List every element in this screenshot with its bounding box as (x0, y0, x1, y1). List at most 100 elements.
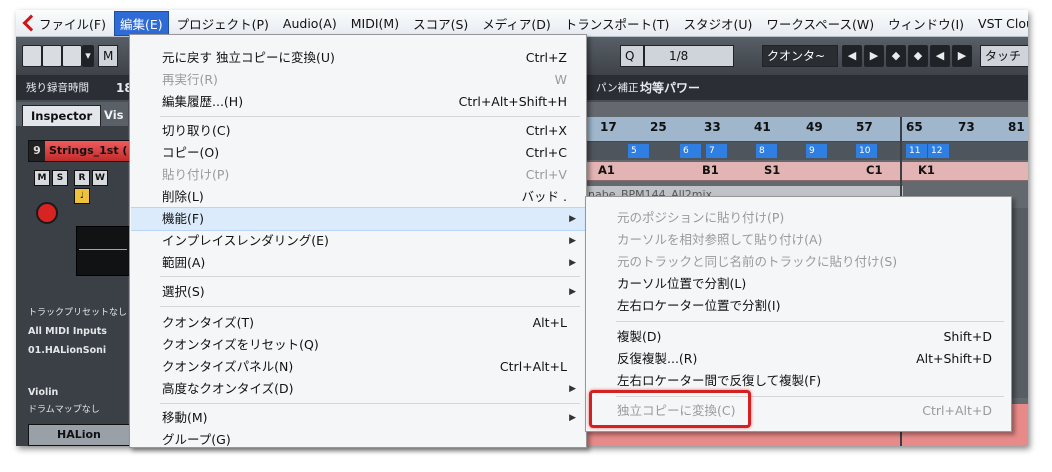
menu-item-move[interactable]: 移動(M) ▶ (131, 407, 585, 429)
chord-label[interactable]: A1 (598, 163, 615, 177)
menu-item-label: インプレイスレンダリング(E) (162, 233, 329, 248)
pan-law-value[interactable]: 均等パワー (640, 76, 700, 100)
track-header[interactable]: 9 Strings_1st ( (28, 140, 130, 162)
layout-right-icon[interactable] (62, 45, 82, 67)
layout-bottom-icon[interactable] (42, 45, 62, 67)
quantize-mode-select[interactable]: クオンタ~ (762, 45, 838, 67)
record-enable-button[interactable] (36, 202, 58, 224)
submenu-item-paste-same-track[interactable]: 元のトラックと同じ名前のトラックに貼り付け(S) (587, 251, 1010, 273)
submenu-item-paste-relative[interactable]: カーソルを相対参照して貼り付け(A) (587, 229, 1010, 251)
menu-item-cut[interactable]: 切り取り(C) Ctrl+X (131, 120, 585, 142)
menu-transport[interactable]: トランスポート(T) (559, 11, 676, 36)
menu-workspace[interactable]: ワークスペース(W) (760, 11, 880, 36)
submenu-item-duplicate[interactable]: 複製(D) Shift+D (587, 326, 1010, 348)
menu-item-copy[interactable]: コピー(O) Ctrl+C (131, 142, 585, 164)
menu-window[interactable]: ウィンドウ(I) (882, 11, 970, 36)
menu-media[interactable]: メディア(D) (476, 11, 557, 36)
menu-item-label: 再実行(R) (162, 72, 218, 87)
submenu-item-repeat[interactable]: 反復複製...(R) Alt+Shift+D (587, 348, 1010, 370)
inspector-panel: Inspector Vis 9 Strings_1st ( M S R W ♩ ト… (16, 102, 130, 446)
menu-item-delete[interactable]: 削除(L) バッド . (131, 186, 585, 208)
transport-stop-icon[interactable]: ▶ (952, 45, 972, 67)
marker-flag[interactable]: 11 (906, 144, 927, 158)
transport-next-icon[interactable]: ◆ (908, 45, 928, 67)
toolbar-m-button[interactable]: M (98, 45, 118, 67)
chord-label[interactable]: C1 (866, 163, 882, 177)
menu-item-paste[interactable]: 貼り付け(P) Ctrl+V (131, 164, 585, 186)
layout-left-icon[interactable] (22, 45, 42, 67)
level-meter (76, 226, 130, 276)
menu-item-shortcut: Ctrl+Alt+L (499, 359, 567, 374)
menu-item-render-in-place[interactable]: インプレイスレンダリング(E) ▶ (131, 230, 585, 252)
menu-audio[interactable]: Audio(A) (277, 13, 343, 34)
quantize-q-icon[interactable]: Q (620, 45, 644, 67)
marker-flag[interactable]: 12 (928, 144, 949, 158)
instrument-name[interactable]: Violin (28, 385, 128, 401)
menu-item-label: コピー(O) (162, 145, 220, 160)
write-button[interactable]: W (92, 170, 108, 186)
chord-label[interactable]: K1 (918, 163, 935, 177)
menu-item-shortcut: Ctrl+Z (525, 50, 567, 65)
drum-map[interactable]: ドラムマップなし (28, 402, 128, 418)
menu-item-undo[interactable]: 元に戻す 独立コピーに変換(U) Ctrl+Z (131, 47, 585, 69)
menu-item-quantize-panel[interactable]: クオンタイズパネル(N) Ctrl+Alt+L (131, 356, 585, 378)
touch-mode-select[interactable]: タッチ (980, 45, 1028, 67)
halion-instrument-button[interactable]: HALion ...SE (28, 424, 130, 446)
transport-forward-icon[interactable]: ▶ (864, 45, 884, 67)
menu-item-select[interactable]: 選択(S) ▶ (131, 281, 585, 303)
menu-edit[interactable]: 編集(E) (113, 10, 169, 36)
menu-vst-cloud[interactable]: VST Clou (972, 13, 1028, 34)
menu-item-shortcut: Shift+D (943, 329, 992, 344)
chord-label[interactable]: S1 (764, 163, 780, 177)
menu-item-group[interactable]: グループ(G) (131, 429, 585, 447)
menu-midi[interactable]: MIDI(M) (345, 13, 405, 34)
quantize-value-select[interactable]: 1/8 (644, 45, 734, 67)
mute-button[interactable]: M (34, 170, 50, 186)
menu-separator (160, 306, 580, 307)
submenu-item-fill-loop[interactable]: 左右ロケーター間で反復して複製(F) (587, 370, 1010, 392)
tab-visibility[interactable]: Vis (96, 105, 132, 125)
menu-item-redo[interactable]: 再実行(R) W (131, 69, 585, 91)
menu-item-reset-quantize[interactable]: クオンタイズをリセット(Q) (131, 334, 585, 356)
menu-item-history[interactable]: 編集履歴...(H) Ctrl+Alt+Shift+H (131, 91, 585, 113)
menu-item-label: グループ(G) (162, 432, 231, 447)
menu-item-label: 切り取り(C) (162, 123, 231, 138)
marker-flag[interactable]: 8 (756, 144, 777, 158)
menubar: ファイル(F) 編集(E) プロジェクト(P) Audio(A) MIDI(M)… (16, 10, 1028, 37)
submenu-item-split-cursor[interactable]: カーソル位置で分割(L) (587, 273, 1010, 295)
bar-number: 25 (650, 120, 667, 134)
menu-item-functions[interactable]: 機能(F) ▶ (131, 207, 585, 231)
read-button[interactable]: R (74, 170, 90, 186)
menu-item-advanced-quantize[interactable]: 高度なクオンタイズ(D) ▶ (131, 378, 585, 400)
menu-item-label: 左右ロケーター間で反復して複製(F) (617, 373, 822, 388)
solo-button[interactable]: S (52, 170, 68, 186)
marker-track: 5 6 7 8 9 10 11 12 (584, 142, 1028, 160)
midi-output[interactable]: 01.HALionSoni (28, 343, 128, 359)
menu-score[interactable]: スコア(S) (407, 11, 474, 36)
marker-flag[interactable]: 10 (856, 144, 877, 158)
marker-flag[interactable]: 7 (706, 144, 727, 158)
track-preset[interactable]: トラックプリセットなし (28, 305, 128, 321)
submenu-item-split-locators[interactable]: 左右ロケーター位置で分割(I) (587, 295, 1010, 317)
menu-project[interactable]: プロジェクト(P) (171, 11, 275, 36)
marker-flag[interactable]: 6 (680, 144, 701, 158)
bar-ruler[interactable]: 17 25 33 41 49 57 65 73 81 (584, 117, 1028, 142)
transport-rewind-icon[interactable]: ◀ (842, 45, 862, 67)
tab-inspector[interactable]: Inspector (22, 105, 102, 126)
transport-cycle-icon[interactable]: ◀ (930, 45, 950, 67)
submenu-item-paste-origin[interactable]: 元のポジションに貼り付け(P) (587, 207, 1010, 229)
menu-file[interactable]: ファイル(F) (33, 11, 112, 36)
marker-flag[interactable]: 9 (806, 144, 827, 158)
chord-label[interactable]: B1 (702, 163, 719, 177)
rec-time-label: 残り録音時間 (26, 82, 89, 94)
layout-dropdown-icon[interactable]: ▾ (82, 45, 94, 67)
transport-back-icon[interactable]: ◆ (886, 45, 906, 67)
note-icon[interactable]: ♩ (74, 188, 90, 204)
marker-flag[interactable]: 5 (628, 144, 649, 158)
menu-item-range[interactable]: 範囲(A) ▶ (131, 252, 585, 274)
submenu-arrow-icon: ▶ (569, 236, 576, 246)
inspector-tabs: Inspector Vis (16, 102, 128, 126)
menu-item-quantize[interactable]: クオンタイズ(T) Alt+L (131, 312, 585, 334)
midi-input[interactable]: All MIDI Inputs (28, 324, 128, 340)
menu-studio[interactable]: スタジオ(U) (677, 11, 758, 36)
